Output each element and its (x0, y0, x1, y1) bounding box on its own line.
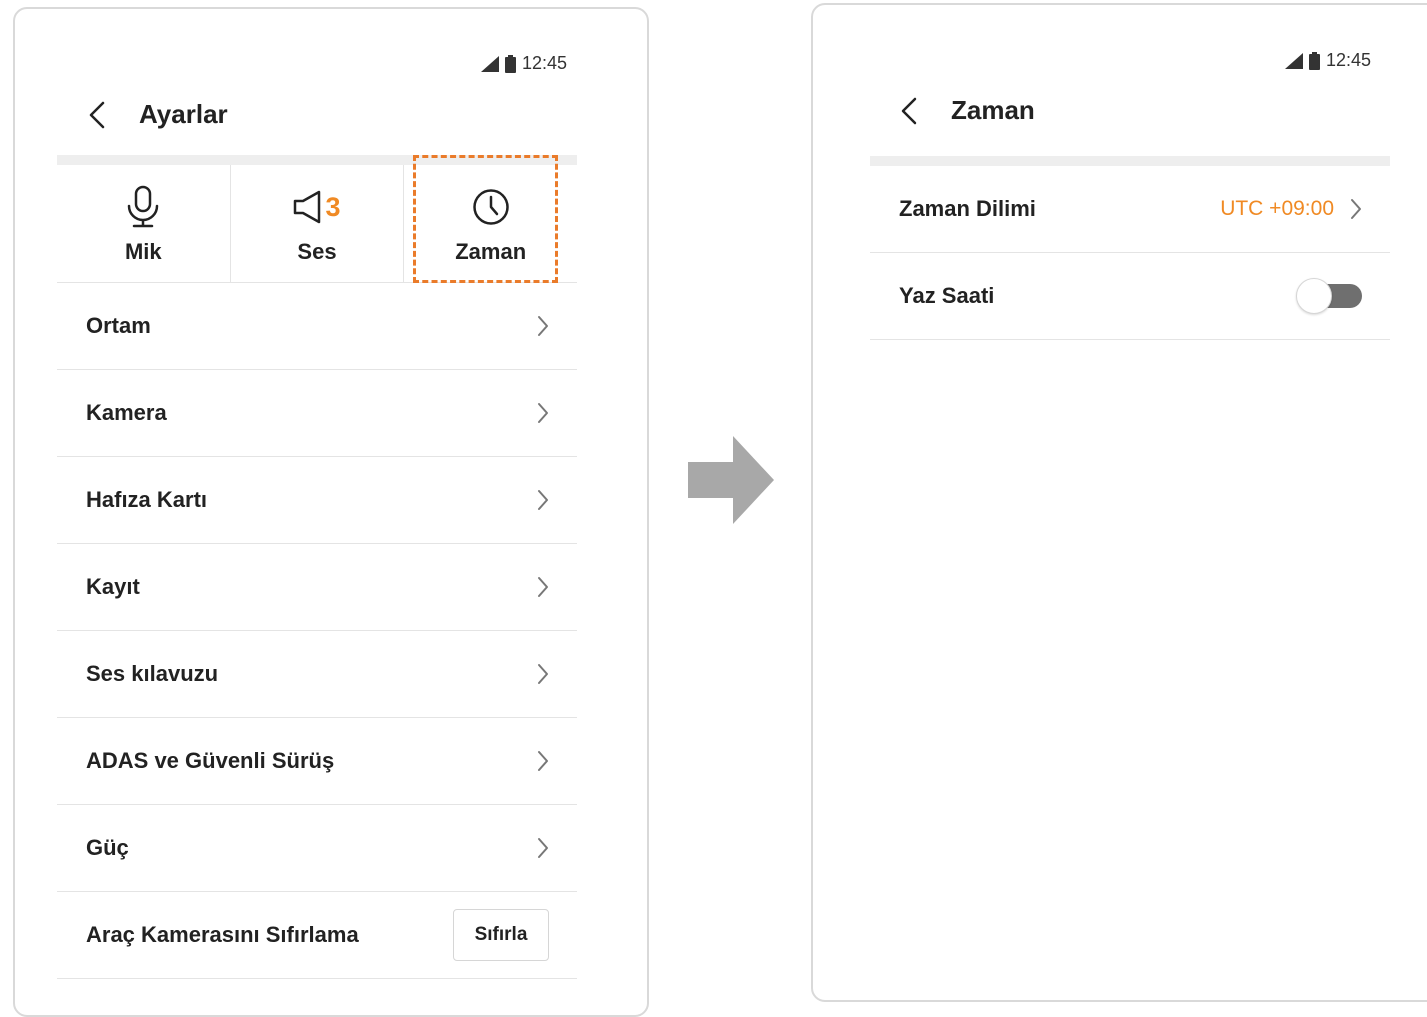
menu-item-kamera[interactable]: Kamera (57, 370, 577, 457)
chevron-right-icon (537, 402, 549, 424)
toggle-knob (1296, 278, 1332, 314)
timezone-label: Zaman Dilimi (899, 196, 1036, 221)
menu-item-label: Hafıza Kartı (86, 487, 208, 512)
battery-icon (504, 54, 516, 73)
header-divider (870, 156, 1390, 166)
tab-ses[interactable]: 3 Ses (229, 165, 404, 282)
tab-mik[interactable]: Mik (57, 165, 230, 282)
status-bar: 12:45 (480, 53, 567, 74)
menu-item-label: Ortam (86, 313, 151, 338)
settings-menu: Ortam Kamera Hafıza Kartı Kayıt Ses kıla… (57, 283, 577, 979)
chevron-right-icon (537, 837, 549, 859)
menu-item-label: Güç (86, 835, 129, 860)
page-title: Zaman (951, 95, 1035, 125)
screen-header: Ayarlar (85, 99, 228, 130)
settings-screen: 12:45 Ayarlar Mik 3 Ses Zaman Ortam Kame… (13, 7, 649, 1017)
menu-item-kayit[interactable]: Kayıt (57, 544, 577, 631)
header-divider (57, 155, 577, 165)
tab-label: Ses (297, 239, 337, 264)
menu-item-reset: Araç Kamerasını Sıfırlama Sıfırla (57, 892, 577, 979)
tab-zaman[interactable]: Zaman (403, 165, 577, 282)
right-arrow-icon (688, 436, 774, 524)
menu-item-label: Araç Kamerasını Sıfırlama (86, 922, 359, 947)
chevron-right-icon (537, 489, 549, 511)
chevron-left-icon[interactable] (897, 96, 921, 126)
menu-item-label: Ses kılavuzu (86, 661, 219, 686)
speaker-icon (294, 190, 321, 224)
signal-icon (1285, 52, 1303, 69)
menu-item-label: Kamera (86, 400, 167, 425)
quick-tabs: Mik 3 Ses Zaman (57, 165, 577, 283)
chevron-right-icon (537, 750, 549, 772)
chevron-left-icon[interactable] (85, 100, 109, 130)
chevron-right-icon (537, 576, 549, 598)
dst-label: Yaz Saati (899, 283, 995, 308)
status-bar: 12:45 (1285, 50, 1371, 71)
microphone-icon (128, 185, 159, 228)
screen-header: Zaman (897, 95, 1035, 126)
dst-row: Yaz Saati (870, 253, 1390, 340)
page-title: Ayarlar (139, 99, 228, 129)
menu-item-adas[interactable]: ADAS ve Güvenli Sürüş (57, 718, 577, 805)
chevron-right-icon (537, 663, 549, 685)
menu-item-ses-kilavuzu[interactable]: Ses kılavuzu (57, 631, 577, 718)
chevron-right-icon (1350, 198, 1362, 220)
time-settings-screen: 12:45 Zaman Zaman Dilimi UTC +09:00 Yaz … (811, 3, 1427, 1002)
reset-button[interactable]: Sıfırla (453, 909, 549, 961)
status-time: 12:45 (521, 53, 567, 73)
menu-item-label: ADAS ve Güvenli Sürüş (86, 748, 335, 773)
menu-item-guc[interactable]: Güç (57, 805, 577, 892)
signal-icon (480, 55, 499, 72)
battery-icon (1309, 51, 1320, 70)
tab-label: Mik (124, 239, 162, 264)
dst-toggle[interactable] (1296, 278, 1362, 314)
tab-label: Zaman (455, 239, 527, 264)
chevron-right-icon (537, 315, 549, 337)
menu-item-label: Kayıt (86, 574, 140, 599)
menu-item-hafiza-karti[interactable]: Hafıza Kartı (57, 457, 577, 544)
volume-level-badge: 3 (325, 191, 341, 222)
status-time: 12:45 (1326, 50, 1372, 70)
clock-icon (472, 189, 509, 225)
menu-item-ortam[interactable]: Ortam (57, 283, 577, 370)
time-settings-list: Zaman Dilimi UTC +09:00 Yaz Saati (870, 166, 1390, 340)
timezone-value: UTC +09:00 (1220, 197, 1334, 220)
timezone-row[interactable]: Zaman Dilimi UTC +09:00 (870, 166, 1390, 253)
